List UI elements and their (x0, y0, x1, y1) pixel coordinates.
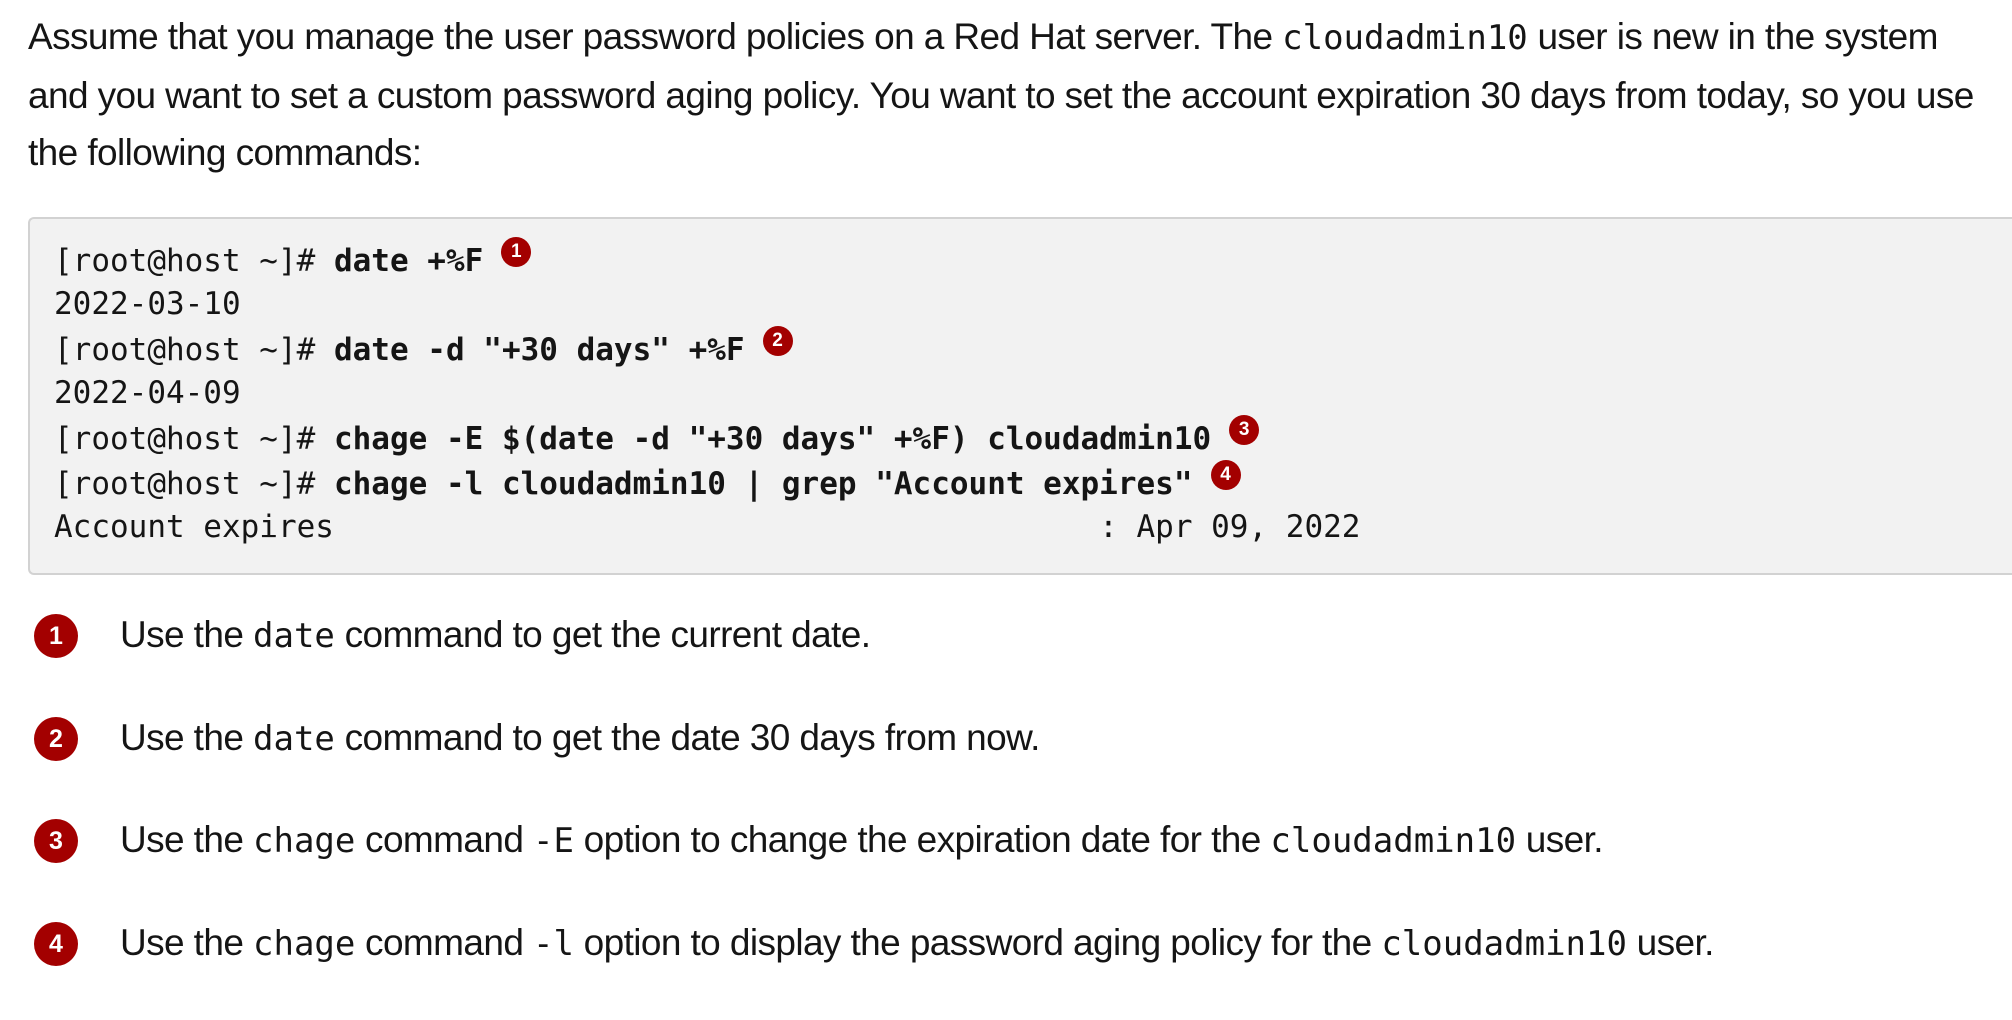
command-output: 2022-04-09 (54, 375, 241, 411)
callout-number-3: 3 (34, 819, 78, 863)
callout-marker-1: 1 (501, 237, 531, 267)
callout-list: 1 Use the date command to get the curren… (32, 610, 1992, 1020)
code-line-4: 2022-04-09 (54, 371, 2012, 416)
shell-command: chage -l cloudadmin10 | grep "Account ex… (334, 466, 1193, 502)
callout-item-2: 2 Use the date command to get the date 3… (32, 713, 1992, 816)
inline-code: chage (253, 924, 355, 964)
callout-item-3: 3 Use the chage command -E option to cha… (32, 815, 1992, 918)
intro-user-code: cloudadmin10 (1282, 18, 1528, 58)
shell-prompt: [root@host ~]# (54, 466, 334, 502)
code-line-3: [root@host ~]# date -d "+30 days" +%F 2 (54, 326, 2012, 371)
code-block: [root@host ~]# date +%F 1 2022-03-10 [roo… (28, 217, 2012, 575)
text: option to display the password aging pol… (574, 922, 1381, 963)
callout-marker-3: 3 (1229, 415, 1259, 445)
text: Use the (120, 717, 253, 758)
code-line-5: [root@host ~]# chage -E $(date -d "+30 d… (54, 415, 2012, 460)
inline-code: cloudadmin10 (1270, 821, 1516, 861)
callout-number-2: 2 (34, 717, 78, 761)
callout-description-2: Use the date command to get the date 30 … (120, 713, 1040, 764)
intro-paragraph: Assume that you manage the user password… (28, 8, 1988, 181)
command-output: 2022-03-10 (54, 286, 241, 322)
callout-item-1: 1 Use the date command to get the curren… (32, 610, 1992, 713)
callout-marker-2: 2 (763, 326, 793, 356)
shell-command: date -d "+30 days" +%F (334, 332, 745, 368)
callout-item-4: 4 Use the chage command -l option to dis… (32, 918, 1992, 1020)
callout-description-3: Use the chage command -E option to chang… (120, 815, 1603, 866)
text: user. (1516, 819, 1603, 860)
command-output: Account expires : Apr 09, 2022 (54, 509, 1360, 545)
code-line-7: Account expires : Apr 09, 2022 (54, 505, 2012, 550)
text: command to get the current date. (335, 614, 871, 655)
callout-marker-4: 4 (1211, 460, 1241, 490)
shell-command: date +%F (334, 243, 483, 279)
callout-description-1: Use the date command to get the current … (120, 610, 870, 661)
inline-code: -l (533, 924, 574, 964)
inline-code: -E (533, 821, 574, 861)
text: command (355, 819, 533, 860)
inline-code: date (253, 719, 335, 759)
text: command (355, 922, 533, 963)
code-line-6: [root@host ~]# chage -l cloudadmin10 | g… (54, 460, 2012, 505)
callout-number-4: 4 (34, 922, 78, 966)
shell-prompt: [root@host ~]# (54, 421, 334, 457)
code-line-2: 2022-03-10 (54, 282, 2012, 327)
inline-code: chage (253, 821, 355, 861)
inline-code: cloudadmin10 (1381, 924, 1627, 964)
shell-command: chage -E $(date -d "+30 days" +%F) cloud… (334, 421, 1211, 457)
shell-prompt: [root@host ~]# (54, 243, 334, 279)
callout-number-1: 1 (34, 614, 78, 658)
inline-code: date (253, 616, 335, 656)
text: user. (1627, 922, 1714, 963)
text: option to change the expiration date for… (574, 819, 1270, 860)
text: Use the (120, 614, 253, 655)
text: command to get the date 30 days from now… (335, 717, 1040, 758)
text: Use the (120, 922, 253, 963)
shell-prompt: [root@host ~]# (54, 332, 334, 368)
callout-description-4: Use the chage command -l option to displ… (120, 918, 1714, 969)
text: Use the (120, 819, 253, 860)
intro-text-1: Assume that you manage the user password… (28, 16, 1282, 57)
code-line-1: [root@host ~]# date +%F 1 (54, 237, 2012, 282)
